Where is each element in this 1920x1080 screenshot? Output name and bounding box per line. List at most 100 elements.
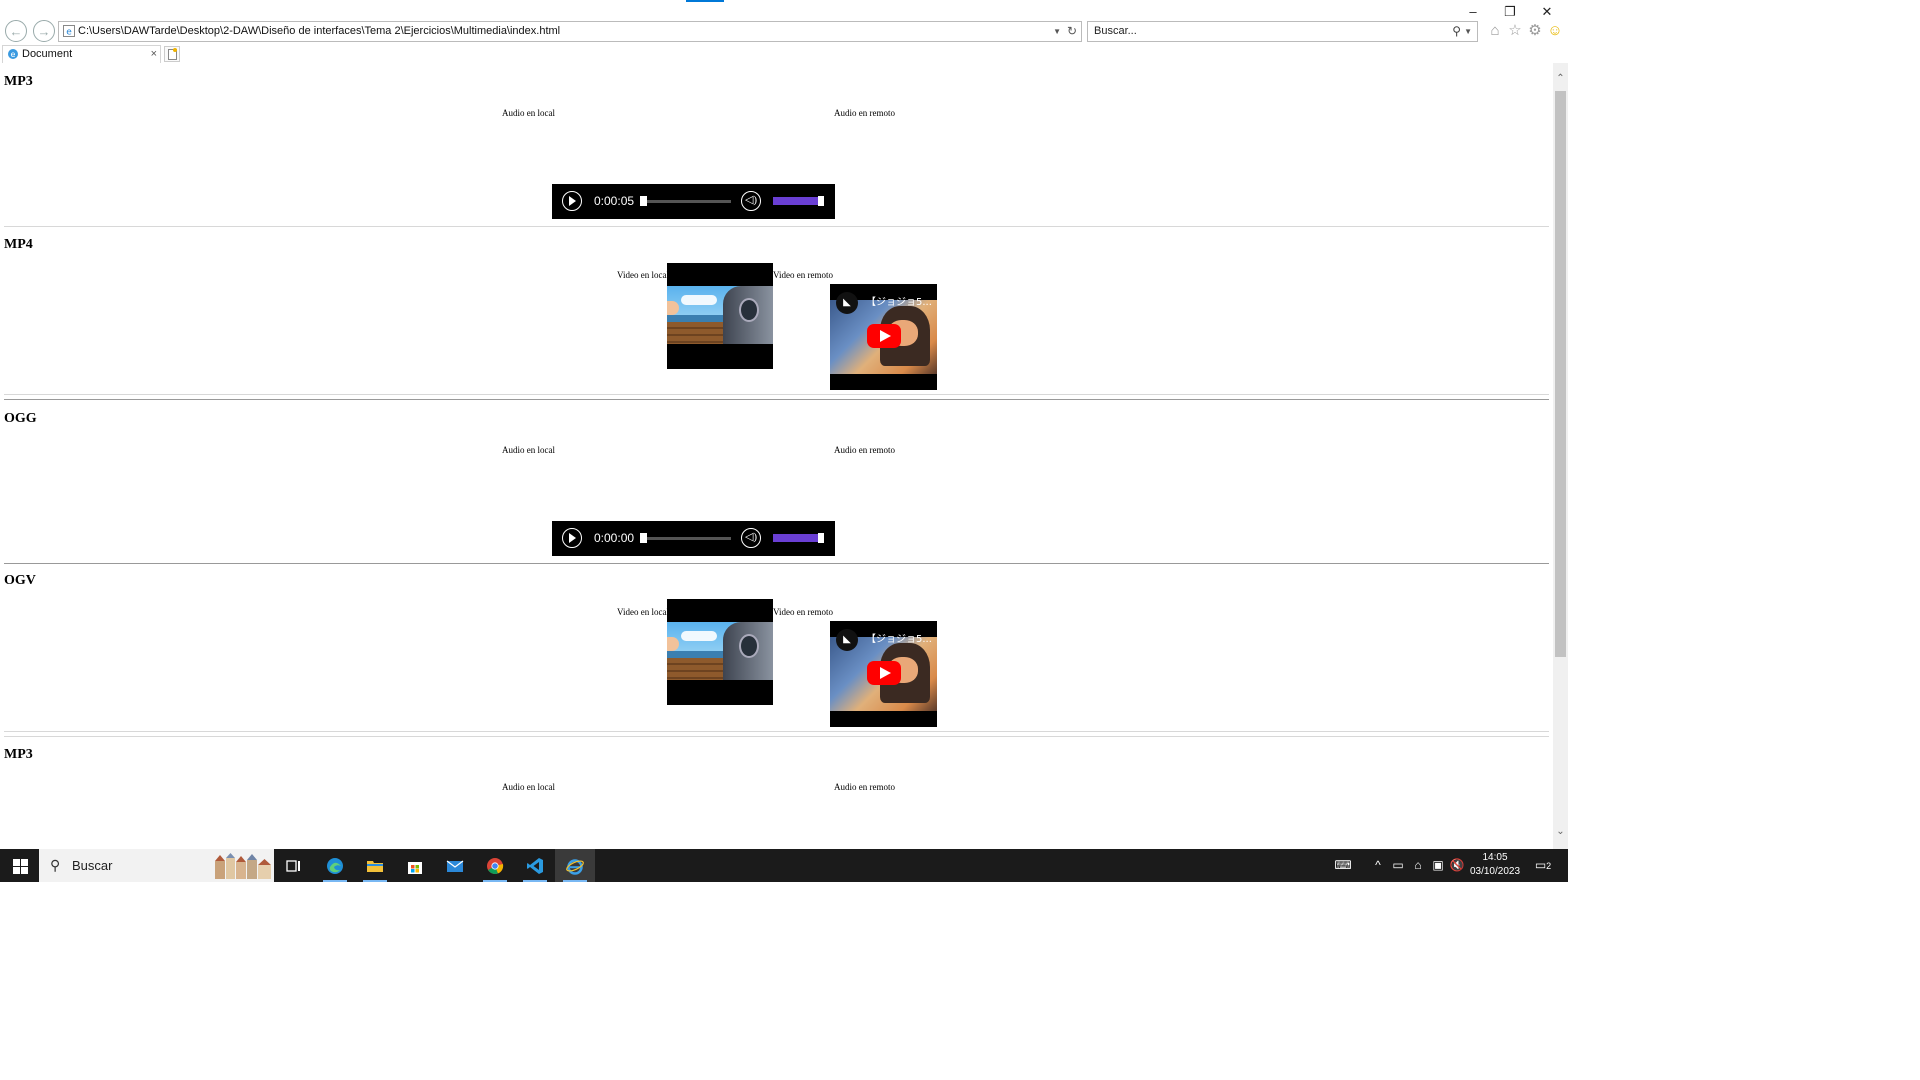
search-highlight-town-icon [215, 853, 271, 879]
network-icon[interactable]: ▣ [1429, 849, 1447, 882]
channel-avatar-icon[interactable]: ◣ [836, 629, 858, 651]
play-icon[interactable] [562, 191, 582, 211]
section-heading-mp3: MP3 [4, 74, 33, 89]
keyboard-icon[interactable]: ⌨ [1332, 849, 1354, 882]
taskbar-mail[interactable] [435, 849, 475, 882]
notification-count: 2 [1546, 861, 1552, 871]
scroll-up-icon[interactable]: ⌃ [1553, 72, 1568, 86]
taskbar-task-view[interactable] [274, 849, 314, 882]
ie-page-icon: e [63, 25, 75, 37]
youtube-play-icon[interactable] [867, 324, 901, 348]
home-icon[interactable]: ⌂ [1486, 22, 1504, 40]
seek-handle[interactable] [640, 196, 647, 206]
taskbar-chrome[interactable] [475, 849, 515, 882]
scrollbar-thumb[interactable] [1555, 91, 1566, 657]
section-heading-ogv: OGV [4, 573, 36, 588]
vertical-scrollbar[interactable]: ⌃ ⌄ [1553, 63, 1568, 849]
store-bag-icon [408, 862, 422, 874]
search-icon[interactable]: ⚲ [1452, 22, 1461, 41]
clock-date: 03/10/2023 [1469, 866, 1521, 877]
wifi-help-icon[interactable]: ⌂ [1409, 849, 1427, 882]
video-local-caption: Video en local [617, 270, 669, 280]
taskbar-edge[interactable] [315, 849, 355, 882]
search-icon: ⚲ [50, 857, 61, 873]
volume-handle[interactable] [818, 533, 824, 543]
forward-button[interactable]: → [33, 20, 55, 42]
youtube-video-title[interactable]: 【ジョジョ5... [866, 293, 932, 308]
forward-icon: → [37, 24, 51, 39]
search-dropdown-icon[interactable]: ▼ [1464, 22, 1472, 41]
volume-slider[interactable] [773, 197, 824, 205]
taskbar-vscode[interactable] [515, 849, 555, 882]
taskbar-search-box[interactable]: ⚲ Buscar [39, 849, 274, 882]
video-local-player[interactable] [667, 599, 773, 705]
taskbar-file-explorer[interactable] [355, 849, 395, 882]
notifications-icon[interactable]: ▭2 [1532, 849, 1554, 882]
meet-now-icon[interactable]: ▭ [1390, 849, 1406, 882]
windows-logo-icon [13, 867, 20, 874]
title-strip-indicator [686, 0, 724, 2]
play-icon[interactable] [562, 528, 582, 548]
scroll-down-icon[interactable]: ⌄ [1553, 825, 1568, 839]
channel-avatar-icon[interactable]: ◣ [836, 292, 858, 314]
close-window-button[interactable]: ✕ [1532, 2, 1562, 22]
address-bar[interactable]: e C:\Users\DAWTarde\Desktop\2-DAW\Diseño… [58, 21, 1082, 42]
divider [4, 394, 1549, 395]
video-local-caption: Video en local [617, 607, 669, 617]
audio-player-mp3[interactable]: 0:00:05 ◁) [552, 184, 835, 219]
refresh-icon[interactable]: ↻ [1067, 22, 1077, 41]
taskbar-internet-explorer[interactable] [555, 849, 595, 882]
seek-handle[interactable] [640, 533, 647, 543]
volume-fill [773, 534, 819, 542]
audio-local-caption: Audio en local [502, 108, 555, 118]
minimize-button[interactable]: – [1458, 2, 1488, 22]
seek-bar[interactable] [640, 537, 731, 540]
youtube-embed-player[interactable]: ◣ 【ジョジョ5... [830, 621, 937, 727]
video-remote-caption: Video en remoto [773, 607, 833, 617]
video-frame-cloud [681, 631, 717, 641]
volume-fill [773, 197, 819, 205]
youtube-play-icon[interactable] [867, 661, 901, 685]
windows-taskbar: ⚲ Buscar ⌨ ^ ▭ ⌂ ▣ 🔇 14:05 03/10/2023 ▭2 [0, 849, 1568, 882]
notification-bubble-icon: ▭ [1534, 858, 1547, 872]
system-clock[interactable]: 14:05 03/10/2023 [1464, 851, 1526, 879]
video-local-player[interactable] [667, 263, 773, 369]
start-button[interactable] [0, 849, 38, 882]
tray-chevron-icon[interactable]: ^ [1370, 849, 1386, 882]
settings-gear-icon[interactable]: ⚙ [1526, 22, 1544, 40]
youtube-video-title[interactable]: 【ジョジョ5... [866, 630, 932, 645]
audio-local-caption: Audio en local [502, 782, 555, 792]
search-box[interactable]: Buscar... ⚲ ▼ [1087, 21, 1478, 42]
svg-text:e: e [66, 28, 72, 38]
tab-title: Document [22, 48, 73, 60]
tab-document[interactable]: e Document × [2, 45, 161, 63]
taskbar-store[interactable] [395, 849, 435, 882]
mail-icon [446, 860, 464, 872]
divider [4, 736, 1549, 737]
folder-icon [367, 861, 383, 872]
restore-button[interactable]: ❐ [1495, 2, 1525, 22]
vscode-icon [527, 858, 543, 874]
audio-time: 0:00:05 [594, 194, 635, 208]
audio-time: 0:00:00 [594, 531, 635, 545]
back-button[interactable]: ← [5, 20, 27, 42]
volume-handle[interactable] [818, 196, 824, 206]
volume-icon[interactable]: ◁) [741, 528, 761, 548]
favorites-star-icon[interactable]: ☆ [1506, 22, 1524, 40]
windows-logo-icon [13, 859, 20, 866]
tab-close-icon[interactable]: × [151, 46, 157, 62]
clock-time: 14:05 [1482, 852, 1508, 863]
volume-slider[interactable] [773, 534, 824, 542]
divider [4, 731, 1549, 732]
section-heading-mp3-2: MP3 [4, 747, 33, 762]
new-tab-button[interactable] [164, 46, 180, 62]
video-frame-cloud [681, 295, 717, 305]
address-dropdown-icon[interactable]: ▼ [1053, 22, 1061, 41]
smiley-feedback-icon[interactable]: ☺ [1546, 22, 1564, 40]
youtube-embed-player[interactable]: ◣ 【ジョジョ5... [830, 284, 937, 390]
seek-bar[interactable] [640, 200, 731, 203]
volume-icon[interactable]: ◁) [741, 191, 761, 211]
divider [4, 226, 1549, 227]
audio-player-ogg[interactable]: 0:00:00 ◁) [552, 521, 835, 556]
edge-icon [327, 858, 343, 874]
